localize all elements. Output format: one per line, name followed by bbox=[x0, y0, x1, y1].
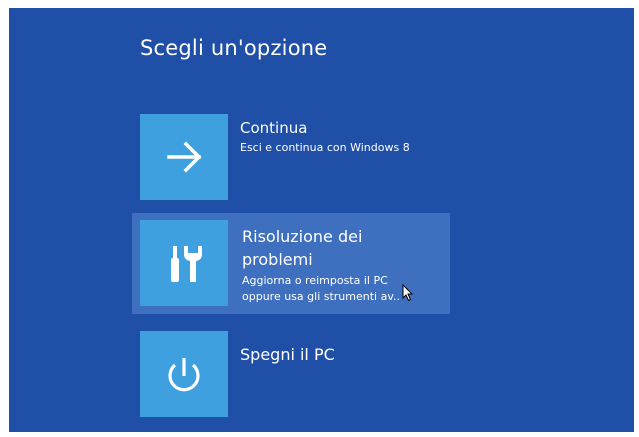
shutdown-tile[interactable] bbox=[140, 331, 228, 417]
recovery-screen: Scegli un'opzione Continua Esci e contin… bbox=[9, 8, 634, 432]
troubleshoot-description-line2: oppure usa gli strumenti av.. bbox=[242, 290, 400, 303]
troubleshoot-description: Aggiorna o reimposta il PC oppure usa gl… bbox=[242, 273, 447, 305]
troubleshoot-title-line1: Risoluzione dei bbox=[242, 227, 363, 246]
continue-title: Continua bbox=[240, 119, 308, 137]
troubleshoot-title: Risoluzione dei problemi bbox=[242, 225, 442, 271]
power-icon bbox=[168, 358, 200, 392]
option-continue[interactable]: Continua Esci e continua con Windows 8 bbox=[130, 108, 448, 209]
shutdown-title: Spegni il PC bbox=[240, 345, 335, 364]
continue-tile[interactable] bbox=[140, 114, 228, 200]
tools-icon bbox=[171, 246, 202, 282]
troubleshoot-description-line1: Aggiorna o reimposta il PC bbox=[242, 274, 388, 287]
mouse-cursor-icon bbox=[402, 284, 414, 302]
page-title: Scegli un'opzione bbox=[140, 36, 328, 60]
continue-description: Esci e continua con Windows 8 bbox=[240, 141, 410, 154]
troubleshoot-title-line2: problemi bbox=[242, 250, 313, 269]
troubleshoot-tile[interactable] bbox=[140, 220, 228, 306]
option-shutdown[interactable]: Spegni il PC bbox=[130, 325, 448, 426]
arrow-right-icon bbox=[167, 141, 202, 173]
